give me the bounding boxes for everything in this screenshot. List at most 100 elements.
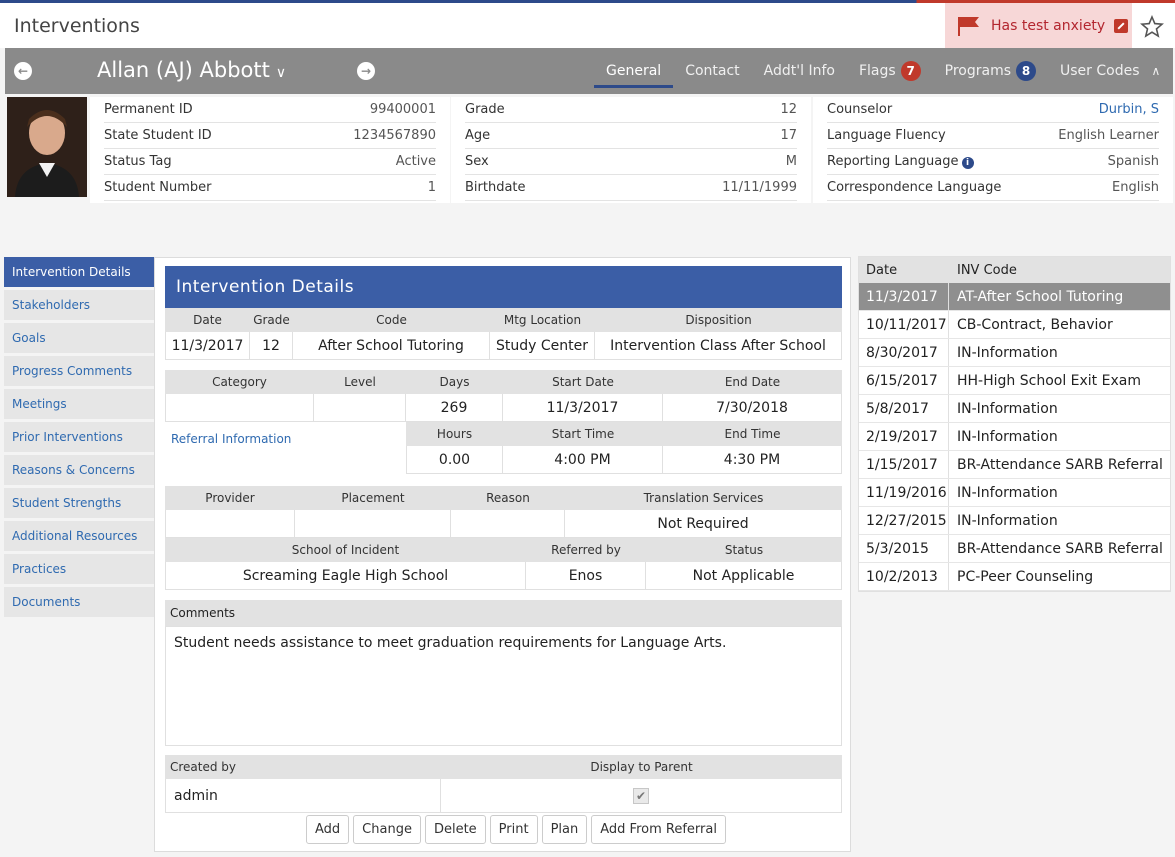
info-label: Permanent ID — [104, 102, 193, 117]
table-row[interactable]: 10/2/2013 PC-Peer Counseling — [859, 563, 1170, 591]
info-card-ids: Permanent ID 99400001 State Student ID 123… — [90, 97, 450, 203]
header-row: Category Level Days Start Date End Date — [165, 370, 842, 394]
provider-value — [165, 510, 295, 537]
tab-label: Flags — [858, 63, 896, 79]
counselor-link[interactable]: Durbin, S — [1099, 102, 1159, 117]
info-icon[interactable]: i — [961, 157, 974, 169]
side-item-reasons-concerns[interactable]: Reasons & Concerns — [4, 455, 154, 485]
student-bar: ← Allan (AJ) Abbott ∨ → General Contact A… — [5, 48, 1173, 94]
display-to-parent-checkbox[interactable]: ✔ — [633, 787, 649, 804]
info-value: 17 — [780, 128, 797, 143]
table-row[interactable]: 5/3/2015 BR-Attendance SARB Referral — [859, 535, 1170, 563]
side-item-additional-resources[interactable]: Additional Resources — [4, 521, 154, 551]
row-code: CB-Contract, Behavior — [957, 316, 1113, 333]
previous-student-icon[interactable]: ← — [14, 62, 32, 80]
table-row[interactable]: 1/15/2017 BR-Attendance SARB Referral — [859, 451, 1170, 479]
column-header: Code — [376, 313, 407, 327]
student-name-dropdown[interactable]: Allan (AJ) Abbott ∨ — [97, 58, 286, 82]
table-row[interactable]: 12/27/2015 IN-Information — [859, 507, 1170, 535]
intervention-schedule: Category Level Days Start Date End Date … — [165, 370, 842, 474]
tab-flags[interactable]: Flags 7 — [847, 48, 933, 94]
column-header: Category — [212, 375, 267, 389]
row-date: 6/15/2017 — [859, 367, 949, 394]
table-row[interactable]: 11/19/2016 IN-Information — [859, 479, 1170, 507]
tab-user-codes[interactable]: User Codes ∧ — [1048, 48, 1172, 94]
column-header: Level — [344, 375, 376, 389]
header-row: Date Grade Code Mtg Location Disposition — [165, 308, 842, 332]
tab-programs[interactable]: Programs 8 — [933, 48, 1048, 94]
chevron-down-icon: ∨ — [275, 65, 287, 81]
table-row[interactable]: 5/8/2017 IN-Information — [859, 395, 1170, 423]
column-header: Start Time — [551, 427, 615, 441]
header-row: Created by Display to Parent — [165, 755, 842, 779]
column-header: Disposition — [685, 313, 752, 327]
date-value: 11/3/2017 — [165, 332, 250, 359]
row-date: 10/11/2017 — [859, 311, 949, 338]
comments-section: Comments Student needs assistance to mee… — [165, 600, 842, 746]
comments-label: Comments — [165, 600, 842, 626]
side-item-meetings[interactable]: Meetings — [4, 389, 154, 419]
info-row: Sex M — [465, 149, 797, 175]
plan-button[interactable]: Plan — [541, 815, 588, 844]
side-item-documents[interactable]: Documents — [4, 587, 154, 617]
info-value: 1 — [427, 180, 436, 195]
column-header: Mtg Location — [503, 313, 582, 327]
side-item-practices[interactable]: Practices — [4, 554, 154, 584]
row-code: IN-Information — [957, 512, 1058, 529]
comments-text[interactable]: Student needs assistance to meet graduat… — [165, 626, 842, 746]
table-row[interactable]: 2/19/2017 IN-Information — [859, 423, 1170, 451]
info-value: Spanish — [1107, 154, 1159, 169]
side-item-stakeholders[interactable]: Stakeholders — [4, 290, 154, 320]
table-row[interactable]: 6/15/2017 HH-High School Exit Exam — [859, 367, 1170, 395]
info-label: Student Number — [104, 180, 212, 195]
hours-value: 0.00 — [406, 446, 503, 473]
flags-count-badge: 7 — [900, 61, 921, 81]
row-code: IN-Information — [957, 428, 1058, 445]
chevron-up-icon[interactable]: ∧ — [1152, 64, 1161, 78]
print-button[interactable]: Print — [489, 815, 538, 844]
row-date: 5/3/2015 — [859, 535, 949, 562]
info-row: Status Tag Active — [104, 149, 436, 175]
row-date: 1/15/2017 — [859, 451, 949, 478]
info-row: Student Number 1 — [104, 175, 436, 201]
column-header: Display to Parent — [590, 760, 693, 774]
add-button[interactable]: Add — [306, 815, 350, 844]
info-row: Permanent ID 99400001 — [104, 97, 436, 123]
alert-banner[interactable]: Has test anxiety — [945, 3, 1132, 48]
table-row[interactable]: 11/3/2017 AT-After School Tutoring — [859, 283, 1170, 311]
column-header: School of Incident — [291, 543, 400, 557]
row-date: 12/27/2015 — [859, 507, 949, 534]
info-label: State Student ID — [104, 128, 212, 143]
next-student-icon[interactable]: → — [357, 62, 375, 80]
info-row: State Student ID 1234567890 — [104, 123, 436, 149]
star-icon[interactable] — [1140, 15, 1164, 39]
end-time-value: 4:30 PM — [663, 446, 842, 473]
row-date: 8/30/2017 — [859, 339, 949, 366]
info-label: Language Fluency — [827, 128, 946, 143]
add-from-referral-button[interactable]: Add From Referral — [591, 815, 726, 844]
side-item-goals[interactable]: Goals — [4, 323, 154, 353]
reason-value — [451, 510, 565, 537]
tab-label: Contact — [685, 63, 740, 79]
tab-addtl-info[interactable]: Addt'l Info — [752, 48, 847, 94]
info-label: Counselor — [827, 102, 893, 117]
table-row[interactable]: 8/30/2017 IN-Information — [859, 339, 1170, 367]
info-label: Birthdate — [465, 180, 526, 195]
info-value: M — [785, 154, 797, 169]
tab-general[interactable]: General — [594, 48, 674, 94]
category-value — [165, 394, 314, 421]
side-item-prior-interventions[interactable]: Prior Interventions — [4, 422, 154, 452]
side-item-progress-comments[interactable]: Progress Comments — [4, 356, 154, 386]
column-header: Status — [724, 543, 764, 557]
referral-information-link[interactable]: Referral Information — [171, 432, 291, 446]
table-row[interactable]: 10/11/2017 CB-Contract, Behavior — [859, 311, 1170, 339]
delete-button[interactable]: Delete — [424, 815, 486, 844]
side-item-intervention-details[interactable]: Intervention Details — [4, 257, 154, 287]
value-row: admin ✔ — [165, 779, 842, 813]
tab-contact[interactable]: Contact — [673, 48, 751, 94]
change-button[interactable]: Change — [353, 815, 421, 844]
info-label: Correspondence Language — [827, 180, 1002, 195]
edit-icon[interactable] — [1114, 18, 1129, 33]
action-buttons: Add Change Delete Print Plan Add From Re… — [306, 815, 726, 844]
side-item-student-strengths[interactable]: Student Strengths — [4, 488, 154, 518]
